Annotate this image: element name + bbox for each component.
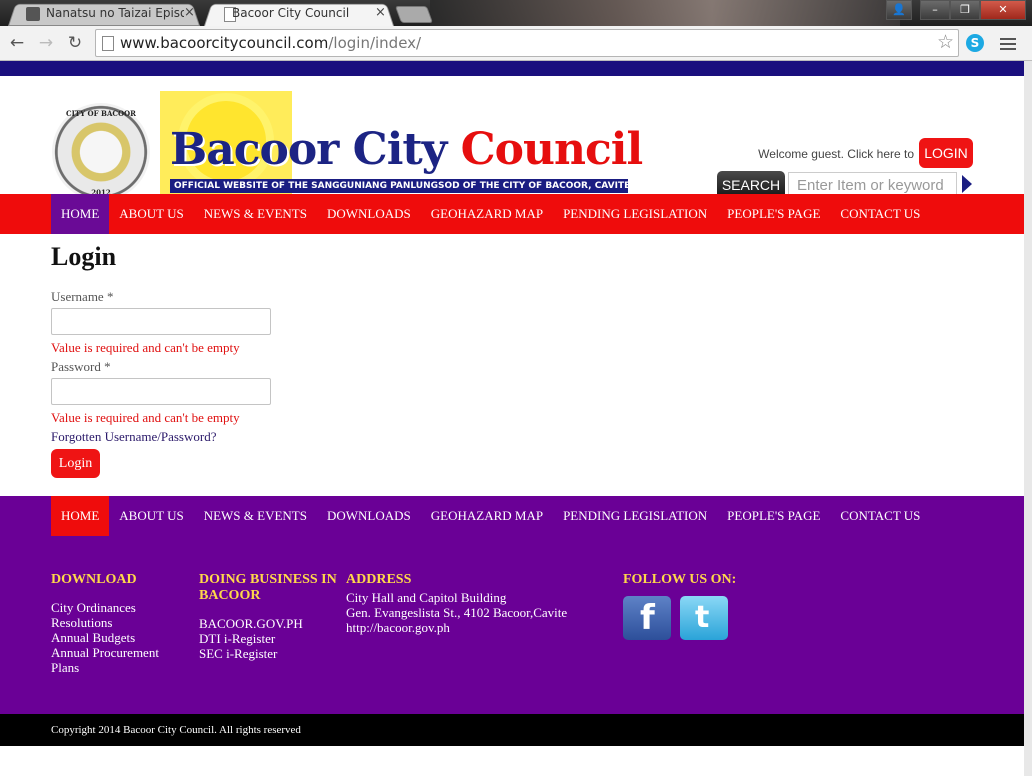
address-link[interactable]: http://bacoor.gov.ph: [346, 620, 606, 635]
footer-nav-news-events[interactable]: NEWS & EVENTS: [194, 496, 317, 536]
reload-icon[interactable]: ↻: [63, 31, 87, 55]
footer-link[interactable]: Annual Budgets: [51, 630, 186, 645]
password-field[interactable]: [51, 378, 271, 405]
nav-geohazard-map[interactable]: GEOHAZARD MAP: [421, 194, 553, 234]
titlebar-background: [430, 0, 900, 26]
footer-link[interactable]: BACOOR.GOV.PH: [199, 616, 339, 631]
scrollbar[interactable]: [1024, 61, 1032, 776]
footer-heading: ADDRESS: [346, 572, 412, 587]
footer-nav-about-us[interactable]: ABOUT US: [109, 496, 193, 536]
close-tab-icon[interactable]: ×: [375, 5, 386, 20]
address-line: City Hall and Capitol Building: [346, 590, 507, 605]
footer-nav-contact-us[interactable]: CONTACT US: [830, 496, 930, 536]
address-line: Gen. Evangeslista St., 4102 Bacoor,Cavit…: [346, 605, 568, 620]
close-tab-icon[interactable]: ×: [184, 5, 195, 20]
header-login-button[interactable]: LOGIN: [919, 138, 973, 168]
login-submit-button[interactable]: Login: [51, 449, 100, 478]
window-controls: 👤 – ❐ ✕: [886, 0, 1026, 20]
username-label: Username *: [51, 289, 114, 304]
twitter-icon[interactable]: t: [680, 596, 728, 640]
back-arrow-icon[interactable]: ←: [5, 31, 29, 55]
footer-link[interactable]: City Ordinances: [51, 600, 186, 615]
main-nav: HOME ABOUT US NEWS & EVENTS DOWNLOADS GE…: [0, 194, 1024, 234]
password-error: Value is required and can't be empty: [51, 410, 240, 425]
browser-toolbar: ← → ↻ www.bacoorcitycouncil.com/login/in…: [0, 26, 1032, 61]
top-accent-bar: [0, 61, 1024, 76]
site-footer: HOME ABOUT US NEWS & EVENTS DOWNLOADS GE…: [0, 496, 1024, 714]
welcome-text: Welcome guest. Click here to: [758, 147, 914, 161]
username-error: Value is required and can't be empty: [51, 340, 240, 355]
footer-nav-peoples-page[interactable]: PEOPLE'S PAGE: [717, 496, 830, 536]
nav-about-us[interactable]: ABOUT US: [109, 194, 193, 234]
site-tagline: OFFICIAL WEBSITE OF THE SANGGUNIANG PANL…: [170, 179, 628, 193]
page-icon: [102, 36, 114, 51]
nav-news-events[interactable]: NEWS & EVENTS: [194, 194, 317, 234]
login-section: Login Username * Value is required and c…: [0, 234, 1024, 496]
forgot-credentials-link[interactable]: Forgotten Username/Password?: [51, 429, 216, 445]
bookmark-star-icon[interactable]: ☆: [937, 31, 954, 53]
copyright-bar: Copyright 2014 Bacoor City Council. All …: [0, 714, 1024, 746]
maximize-button[interactable]: ❐: [950, 0, 980, 20]
footer-link[interactable]: SEC i-Register: [199, 646, 339, 661]
url-text: www.bacoorcitycouncil.com/login/index/: [120, 34, 422, 52]
page-title: Login: [51, 242, 117, 271]
nav-downloads[interactable]: DOWNLOADS: [317, 194, 421, 234]
footer-address-column: ADDRESS City Hall and Capitol Building G…: [346, 572, 606, 635]
chrome-menu-icon[interactable]: [1000, 35, 1016, 53]
address-bar[interactable]: www.bacoorcitycouncil.com/login/index/ ☆: [95, 29, 959, 57]
browser-titlebar: Nanatsu no Taizai Episode × Bacoor City …: [0, 0, 1032, 26]
nav-home[interactable]: HOME: [51, 194, 110, 234]
footer-link[interactable]: Annual Procurement Plans: [51, 645, 186, 675]
skype-extension-icon[interactable]: S: [966, 34, 984, 52]
footer-nav-home[interactable]: HOME: [51, 496, 110, 536]
site-header: CITY OF BACOOR 2012 Bacoor City Council …: [0, 76, 1024, 209]
nav-contact-us[interactable]: CONTACT US: [830, 194, 930, 234]
password-label: Password *: [51, 359, 111, 374]
site-title[interactable]: Bacoor City Council: [170, 124, 643, 175]
tab-bacoor[interactable]: Bacoor City Council ×: [204, 2, 394, 26]
footer-nav: HOME ABOUT US NEWS & EVENTS DOWNLOADS GE…: [0, 496, 1024, 536]
tab-title: Bacoor City Council: [232, 6, 350, 20]
minimize-button[interactable]: –: [920, 0, 950, 20]
facebook-icon[interactable]: f: [623, 596, 671, 640]
footer-heading: DOING BUSINESS IN BACOOR: [199, 572, 337, 603]
footer-heading: DOWNLOAD: [51, 572, 137, 587]
grid-favicon-icon: [26, 7, 40, 21]
new-tab-button[interactable]: [394, 6, 434, 23]
nav-pending-legislation[interactable]: PENDING LEGISLATION: [553, 194, 717, 234]
forward-arrow-icon[interactable]: →: [34, 31, 58, 55]
user-profile-icon[interactable]: 👤: [886, 0, 912, 20]
tab-title: Nanatsu no Taizai Episode: [46, 6, 184, 20]
footer-nav-pending-legislation[interactable]: PENDING LEGISLATION: [553, 496, 717, 536]
close-window-button[interactable]: ✕: [980, 0, 1026, 20]
tab-nanatsu[interactable]: Nanatsu no Taizai Episode ×: [8, 2, 200, 26]
web-page: CITY OF BACOOR 2012 Bacoor City Council …: [0, 61, 1024, 776]
footer-link[interactable]: Resolutions: [51, 615, 186, 630]
city-seal-logo: CITY OF BACOOR 2012: [52, 103, 150, 201]
nav-peoples-page[interactable]: PEOPLE'S PAGE: [717, 194, 830, 234]
footer-link[interactable]: DTI i-Register: [199, 631, 339, 646]
footer-business-column: DOING BUSINESS IN BACOOR BACOOR.GOV.PH D…: [199, 572, 339, 661]
username-field[interactable]: [51, 308, 271, 335]
footer-nav-geohazard-map[interactable]: GEOHAZARD MAP: [421, 496, 553, 536]
search-go-arrow-icon[interactable]: [962, 175, 972, 193]
footer-nav-downloads[interactable]: DOWNLOADS: [317, 496, 421, 536]
footer-heading: FOLLOW US ON:: [623, 572, 737, 587]
footer-download-column: DOWNLOAD City Ordinances Resolutions Ann…: [51, 572, 186, 675]
